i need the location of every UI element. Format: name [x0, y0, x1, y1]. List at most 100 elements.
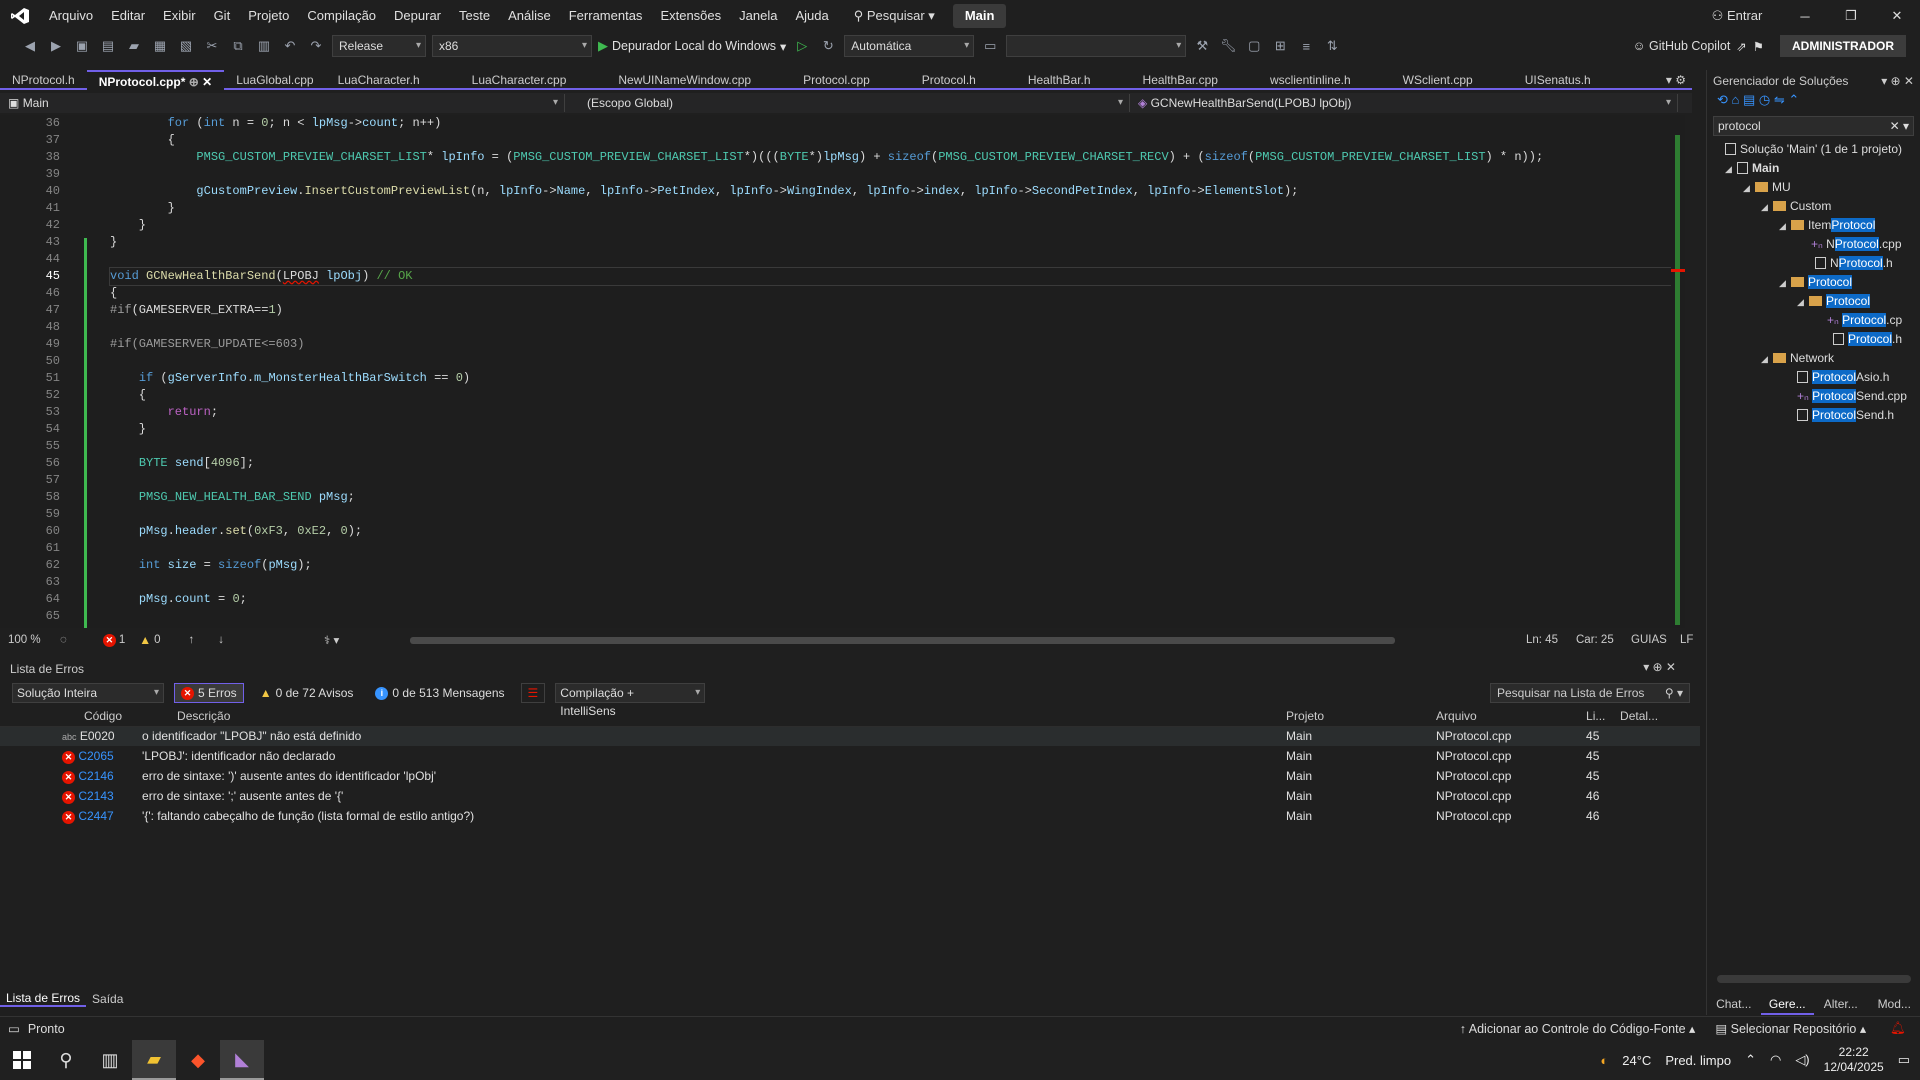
undo-icon[interactable]: ↶ [280, 36, 300, 56]
tree-file-protocolsend-cpp[interactable]: +ₙ ProtocolSend.cpp [1707, 387, 1920, 406]
warning-indicator[interactable]: ▲ 0 [139, 633, 160, 647]
error-indicator[interactable]: ✕ 1 [102, 633, 125, 647]
function-select[interactable]: ◈ GCNewHealthBarSend(LPOBJ lpObj) [1130, 94, 1678, 112]
cut-icon[interactable]: ✂ [202, 36, 222, 56]
save-icon[interactable]: ▦ [150, 36, 170, 56]
restore-icon[interactable]: ❐ [1828, 8, 1874, 24]
weather-text[interactable]: Pred. limpo [1665, 1053, 1731, 1068]
panel-controls[interactable]: ▾ ⊕ ✕ [1643, 660, 1676, 674]
editor-vertical-scrollbar[interactable] [1671, 115, 1685, 628]
table-row[interactable]: abc E0020 o identificador "LPOBJ" não es… [0, 726, 1700, 746]
warnings-filter-button[interactable]: ▲ 0 de 72 Avisos [254, 683, 360, 703]
menu-analise[interactable]: Análise [499, 0, 560, 32]
tree-folder-itemprotocol[interactable]: ◢ ItemProtocol [1707, 216, 1920, 235]
back-icon[interactable]: ◀ [20, 36, 40, 56]
tree-folder-custom[interactable]: ◢ Custom [1707, 197, 1920, 216]
menu-depurar[interactable]: Depurar [385, 0, 450, 32]
minimize-icon[interactable]: ─ [1782, 9, 1828, 24]
filter-icon[interactable]: ☰ [520, 683, 546, 703]
tab-overflow-icon[interactable]: ▾ ⚙ [1660, 70, 1692, 88]
menu-compilacao[interactable]: Compilação [298, 0, 385, 32]
menu-ajuda[interactable]: Ajuda [786, 0, 837, 32]
tool-icon[interactable]: ⚒ [1192, 36, 1212, 56]
tray-chevron-icon[interactable]: ⌃ [1745, 1052, 1756, 1068]
table-row[interactable]: ✕ C2065 'LPOBJ': identificador não decla… [0, 746, 1700, 766]
new-item-icon[interactable]: ▤ [98, 36, 118, 56]
column-indicator[interactable]: Car: 25 [1576, 634, 1614, 646]
build-filter[interactable]: Compilação + IntelliSens [555, 683, 706, 718]
cleanup-icon[interactable]: ⚕ ▾ [324, 633, 339, 647]
start-icon[interactable] [0, 1040, 44, 1080]
sort-icon[interactable]: ⇅ [1322, 36, 1342, 56]
empty-select[interactable] [1006, 35, 1187, 57]
menu-arquivo[interactable]: Arquivo [40, 0, 102, 32]
tab-wsclientinline-h[interactable]: wsclientinline.h [1258, 70, 1391, 90]
window-icon[interactable]: ▢ [1244, 36, 1264, 56]
table-row[interactable]: ✕ C2447 '{': faltando cabeçalho de funçã… [0, 806, 1700, 826]
new-project-icon[interactable]: ▣ [72, 36, 92, 56]
tab-git-changes[interactable]: Alter... [1814, 993, 1868, 1015]
tree-file-protocol-h[interactable]: Protocol.h [1707, 330, 1920, 349]
tab-uisenatus-h[interactable]: UISenatus.h [1513, 70, 1603, 90]
tab-error-list[interactable]: Lista de Erros [0, 991, 87, 1007]
run-debugger-button[interactable]: ▶ Depurador Local do Windows ▾ [598, 38, 786, 54]
table-row[interactable]: ✕ C2146 erro de sintaxe: ')' ausente ant… [0, 766, 1700, 786]
configuration-select[interactable]: Release [332, 35, 426, 57]
bookmark-icon[interactable]: ⊞ [1270, 36, 1290, 56]
pin-icon[interactable]: ⊕ [189, 75, 199, 89]
expand-icon[interactable]: ◢ [1725, 160, 1737, 179]
feedback-icon[interactable]: ⚑ [1753, 39, 1764, 54]
col-project[interactable]: Projeto [1282, 706, 1433, 727]
line-indicator[interactable]: Ln: 45 [1526, 634, 1558, 646]
expand-icon[interactable]: ◢ [1743, 179, 1755, 198]
error-code-link[interactable]: C2146 [78, 769, 113, 783]
clock[interactable]: 22:22 12/04/2025 [1824, 1045, 1884, 1075]
next-error-icon[interactable]: ↓ [218, 634, 224, 646]
redo-icon[interactable]: ↷ [306, 36, 326, 56]
tab-nprotocol-h[interactable]: NProtocol.h [0, 70, 87, 90]
hot-reload-icon[interactable]: ↻ [818, 36, 838, 56]
error-code-link[interactable]: C2143 [78, 789, 113, 803]
tab-healthbar-cpp[interactable]: HealthBar.cpp [1131, 70, 1258, 90]
expand-icon[interactable]: ◢ [1779, 274, 1791, 293]
paste-icon[interactable]: ▥ [254, 36, 274, 56]
errors-filter-button[interactable]: ✕ 5 Erros [174, 683, 244, 703]
error-code-link[interactable]: C2447 [78, 809, 113, 823]
tab-chat[interactable]: Chat... [1707, 993, 1761, 1015]
tree-file-nprotocol-cpp[interactable]: +ₙ NProtocol.cpp [1707, 235, 1920, 254]
tree-solution[interactable]: Solução 'Main' (1 de 1 projeto) [1707, 140, 1920, 159]
zoom-level[interactable]: 100 % [0, 634, 60, 646]
wrench-icon[interactable]: 🔧︎ [1218, 36, 1238, 56]
repo-button[interactable]: ▤ Selecionar Repositório ▴ [1715, 1021, 1866, 1036]
close-icon[interactable]: ✕ [1874, 8, 1920, 24]
solution-explorer-toolbar[interactable]: ⟲ ⌂ ▤ ◷ ⇋ ⌃ [1707, 92, 1920, 112]
tab-properties[interactable]: Mod... [1868, 993, 1920, 1015]
tab-newuinamewindow-cpp[interactable]: NewUINameWindow.cpp [606, 70, 791, 90]
editor-horizontal-scrollbar[interactable] [410, 637, 1395, 644]
expand-icon[interactable]: ◢ [1761, 350, 1773, 369]
menu-ferramentas[interactable]: Ferramentas [560, 0, 652, 32]
scope-filter[interactable]: Solução Inteira [12, 683, 164, 703]
forward-icon[interactable]: ▶ [46, 36, 66, 56]
code-editor[interactable]: 36 37 38 39 40 41 42 43 44 45 46 47 48 4… [0, 115, 1685, 628]
task-view-icon[interactable]: ▥ [88, 1040, 132, 1080]
menu-git[interactable]: Git [205, 0, 240, 32]
expand-icon[interactable]: ◢ [1761, 198, 1773, 217]
prev-error-icon[interactable]: ↑ [189, 634, 195, 646]
tab-wsclient-cpp[interactable]: WSclient.cpp [1391, 70, 1513, 90]
solution-search-input[interactable]: protocol ✕ ▾ [1713, 116, 1914, 136]
run-without-debug-icon[interactable]: ▷ [792, 36, 812, 56]
table-row[interactable]: ✕ C2143 erro de sintaxe: ';' ausente ant… [0, 786, 1700, 806]
col-code[interactable]: Código [0, 706, 123, 727]
file-explorer-icon[interactable]: ▰ [132, 1040, 176, 1080]
col-details[interactable]: Detal... [1616, 706, 1700, 727]
platform-select[interactable]: x86 [432, 35, 592, 57]
menu-teste[interactable]: Teste [450, 0, 499, 32]
auto-select[interactable]: Automática [844, 35, 975, 57]
menu-projeto[interactable]: Projeto [239, 0, 298, 32]
messages-filter-button[interactable]: i0 de 513 Mensagens [369, 683, 510, 703]
volume-icon[interactable]: ◁) [1795, 1052, 1809, 1068]
save-all-icon[interactable]: ▧ [176, 36, 196, 56]
signin-button[interactable]: ⚇ Entrar [1692, 8, 1782, 24]
tab-nprotocol-cpp[interactable]: NProtocol.cpp* ⊕ ✕ [86, 70, 225, 90]
